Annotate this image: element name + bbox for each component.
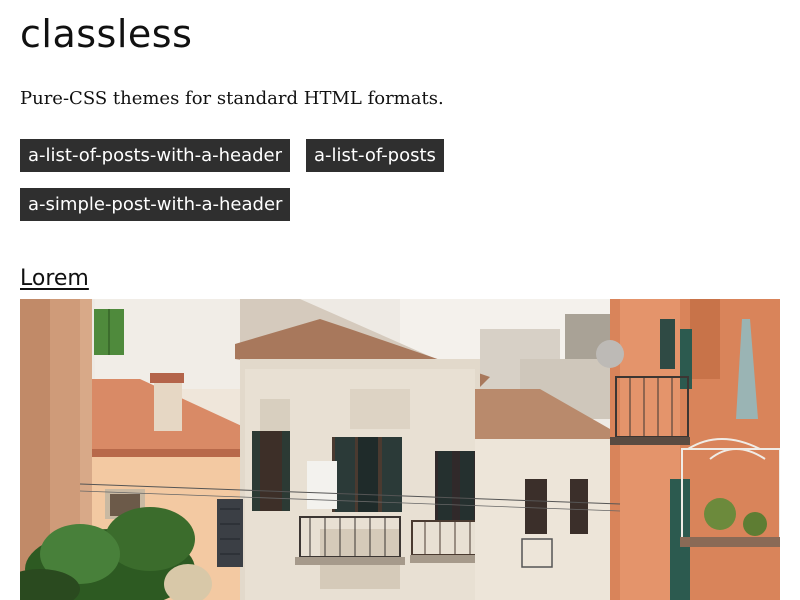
tag-list: a-list-of-posts-with-a-header a-list-of-p…	[20, 139, 540, 237]
post-title-link[interactable]: Lorem	[20, 266, 89, 291]
tag-link-list-of-posts-with-header[interactable]: a-list-of-posts-with-a-header	[20, 139, 291, 172]
site-subtitle: Pure-CSS themes for standard HTML format…	[20, 88, 444, 109]
street-houses-photo	[20, 299, 780, 600]
tag-link-simple-post-with-header[interactable]: a-simple-post-with-a-header	[20, 188, 291, 221]
post-title: Lorem	[20, 266, 89, 291]
tag-link-list-of-posts[interactable]: a-list-of-posts	[306, 139, 444, 172]
post-image	[20, 299, 780, 600]
site-title: classless	[20, 12, 193, 56]
